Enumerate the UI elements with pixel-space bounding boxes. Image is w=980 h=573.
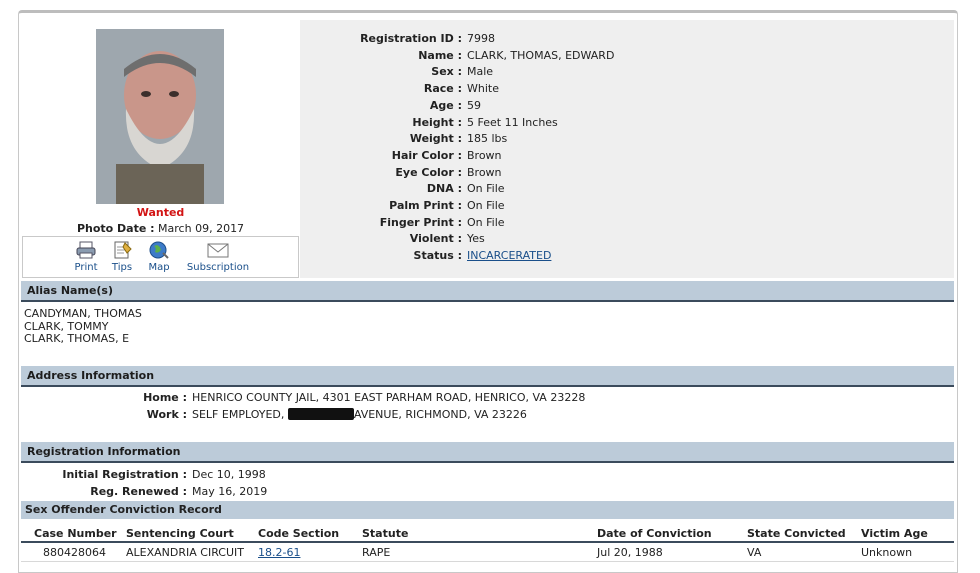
initial-registration-value: Dec 10, 1998 (192, 468, 266, 481)
map-label: Map (148, 262, 170, 273)
header-sentencing-court: Sentencing Court (126, 527, 234, 540)
address-section-header: Address Information (21, 366, 954, 387)
print-label: Print (74, 262, 98, 273)
notepad-icon (114, 241, 132, 259)
offender-photo (96, 29, 224, 204)
tips-label: Tips (111, 262, 133, 273)
cell-victim-age: Unknown (861, 546, 913, 559)
print-button[interactable]: Print (73, 241, 99, 273)
header-case-number: Case Number (34, 527, 117, 540)
work-address-row: Work : SELF EMPLOYED, AVENUE, RICHMOND, … (0, 407, 980, 423)
globe-icon (149, 241, 169, 259)
reg-renewed-label: Reg. Renewed : (90, 485, 187, 498)
header-statute: Statute (362, 527, 409, 540)
home-label: Home : (143, 391, 187, 404)
printer-icon (76, 241, 96, 259)
alias-list: CANDYMAN, THOMAS CLARK, TOMMY CLARK, THO… (24, 307, 142, 346)
action-bar: Print Tips Map Subscription (22, 236, 299, 278)
wanted-flag: Wanted (136, 206, 185, 219)
work-suffix: AVENUE, RICHMOND, VA 23226 (353, 408, 527, 421)
conviction-table-header: Case Number Sentencing Court Code Sectio… (21, 523, 954, 543)
table-row: 880428064 ALEXANDRIA CIRCUIT 18.2-61 RAP… (21, 545, 954, 561)
tips-button[interactable]: Tips (110, 241, 134, 273)
work-prefix: SELF EMPLOYED, (192, 408, 288, 421)
header-state-convicted: State Convicted (747, 527, 846, 540)
conviction-section-header: Sex Offender Conviction Record (21, 501, 954, 519)
status-link[interactable]: INCARCERATED (467, 248, 551, 264)
header-code-section: Code Section (258, 527, 340, 540)
initial-registration-row: Initial Registration : Dec 10, 1998 (0, 467, 980, 483)
photo-panel: Wanted Photo Date : March 09, 2017 Print… (21, 20, 300, 278)
photo-date-value: March 09, 2017 (158, 222, 245, 235)
cell-state-convicted: VA (747, 546, 762, 559)
envelope-icon (207, 243, 229, 258)
cell-sentencing-court: ALEXANDRIA CIRCUIT (126, 546, 244, 559)
alias-item: CLARK, THOMAS, E (24, 332, 130, 345)
cell-code-section-link[interactable]: 18.2-61 (258, 546, 300, 559)
map-button[interactable]: Map (147, 241, 171, 273)
home-address-row: Home : HENRICO COUNTY JAIL, 4301 EAST PA… (0, 390, 980, 406)
reg-renewed-row: Reg. Renewed : May 16, 2019 (0, 484, 980, 500)
subscription-button[interactable]: Subscription (186, 241, 250, 273)
registration-section-header: Registration Information (21, 442, 954, 463)
work-label: Work : (146, 408, 187, 421)
header-date-of-conviction: Date of Conviction (597, 527, 712, 540)
subscription-label: Subscription (186, 262, 250, 273)
initial-registration-label: Initial Registration : (62, 468, 187, 481)
alias-section-header: Alias Name(s) (21, 281, 954, 302)
header-victim-age: Victim Age (861, 527, 928, 540)
photo-date: Photo Date : March 09, 2017 (21, 222, 300, 235)
work-value: SELF EMPLOYED, AVENUE, RICHMOND, VA 2322… (192, 407, 527, 423)
cell-statute: RAPE (362, 546, 391, 559)
alias-item: CANDYMAN, THOMAS (24, 307, 142, 320)
cell-date-of-conviction: Jul 20, 1988 (597, 546, 663, 559)
reg-renewed-value: May 16, 2019 (192, 485, 268, 498)
redaction-bar (287, 408, 354, 420)
table-bottom-rule (21, 561, 954, 562)
cell-case-number: 880428064 (43, 546, 106, 559)
home-value: HENRICO COUNTY JAIL, 4301 EAST PARHAM RO… (192, 391, 586, 404)
photo-date-label: Photo Date : (76, 222, 155, 235)
